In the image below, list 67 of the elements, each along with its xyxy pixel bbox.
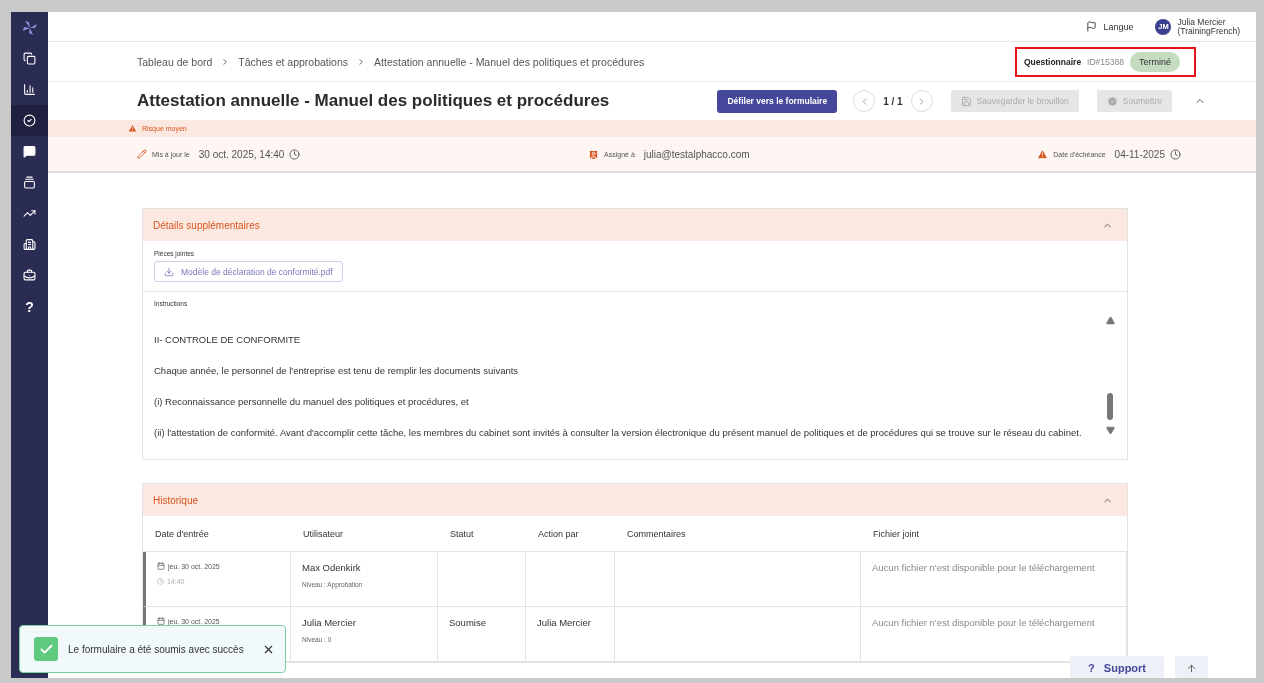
calendar-icon: [157, 562, 165, 570]
breadcrumb-link[interactable]: Tableau de bord: [137, 55, 213, 68]
warning-icon: [1037, 148, 1049, 160]
sidebar-item[interactable]: [11, 105, 48, 136]
column-header: Action par: [526, 516, 615, 552]
instruction-paragraph: Chaque année, le personnel de l'entreprise est tenu de remplir les documents suivants: [154, 364, 520, 378]
column-header: Fichier joint: [861, 516, 1127, 552]
column-header: Statut: [438, 516, 526, 552]
download-icon: [164, 266, 174, 277]
scroll-thumb[interactable]: [1107, 393, 1113, 420]
flag-icon: [1086, 21, 1098, 32]
assignee-icon: [588, 148, 600, 160]
history-header[interactable]: Historique: [143, 484, 1127, 516]
column-header: Utilisateur: [291, 516, 438, 552]
check-circle-icon: [23, 114, 36, 127]
attachment-button[interactable]: Modèle de déclaration de conformité.pdf: [154, 261, 343, 282]
pager-text: 1 / 1: [883, 95, 903, 107]
page-title: Attestation annuelle - Manuel des politiques et procédures: [137, 91, 611, 111]
help-label: ?: [25, 298, 34, 315]
calendar-icon: [157, 617, 165, 625]
toast-message: Le formulaire a été soumis avec succès: [68, 643, 245, 655]
clock-icon: [157, 578, 164, 585]
language-link[interactable]: Langue: [1103, 21, 1134, 32]
updated-value: 30 oct. 2025, 14:40: [198, 148, 285, 160]
record-type: Questionnaire: [1023, 56, 1082, 67]
instruction-paragraph: (ii) l'attestation de conformité. Avant d'accomplir cette tâche, les membres du cabinet sont invités à consulter la version électronique du présent manuel de politiques et de procédures qui se trouve sur le réseau du cabinet.: [154, 426, 1083, 440]
save-icon: [960, 95, 972, 107]
briefcase-icon: [23, 269, 36, 282]
arrow-up-icon: [1186, 662, 1197, 674]
record-id: ID#15388: [1087, 56, 1124, 67]
details-header[interactable]: Détails supplémentaires: [143, 209, 1127, 241]
instruction-paragraph: (i) Reconnaissance personnelle du manuel des politiques et procédures, et: [154, 395, 470, 409]
breadcrumb-link[interactable]: Tâches et approbations: [238, 55, 349, 68]
chart-icon: [23, 83, 36, 96]
chat-icon: [23, 145, 36, 158]
due-date-value: 04-11-2025: [1114, 148, 1165, 160]
history-title: Historique: [153, 494, 199, 506]
clock-icon: [289, 148, 301, 160]
details-title: Détails supplémentaires: [153, 219, 260, 231]
cards-icon: [23, 176, 36, 189]
file-text: Aucun fichier n'est disponible pour le téléchargement: [872, 562, 1096, 573]
clock-icon: [1170, 148, 1181, 160]
action-by-text: Julia Mercier: [537, 617, 592, 628]
assigned-value: julia@testalphacco.com: [643, 148, 750, 160]
pencil-icon: [137, 149, 147, 159]
column-header: Commentaires: [615, 516, 861, 552]
trend-icon: [23, 207, 36, 220]
sidebar-item[interactable]: ?: [11, 291, 48, 322]
support-button[interactable]: ? Support: [1070, 656, 1164, 678]
scroll-to-form-button[interactable]: Défiler vers le formulaire: [717, 89, 838, 113]
column-header: Date d'entrée: [143, 516, 291, 552]
status-text: Soumise: [449, 617, 487, 628]
file-text: Aucun fichier n'est disponible pour le téléchargement: [872, 617, 1096, 628]
logo-icon: [21, 19, 38, 36]
breadcrumb-link[interactable]: Attestation annuelle - Manuel des politiques et procédures: [374, 55, 645, 68]
building-icon: [23, 238, 36, 251]
scroll-down-icon[interactable]: [1105, 426, 1115, 435]
user-name: Max Odenkirk: [302, 562, 362, 573]
user-name[interactable]: Julia Mercier (TrainingFrench): [1177, 17, 1240, 36]
check-icon: [34, 637, 58, 661]
warning-icon: [128, 124, 137, 133]
status-badge: Terminé: [1130, 51, 1180, 72]
documents-icon: [23, 52, 36, 65]
user-name: Julia Mercier: [302, 617, 357, 628]
instruction-paragraph: II- CONTROLE DE CONFORMITE: [154, 333, 302, 347]
scroll-up-icon[interactable]: [1105, 316, 1115, 325]
check-circle-icon: [1106, 95, 1118, 107]
